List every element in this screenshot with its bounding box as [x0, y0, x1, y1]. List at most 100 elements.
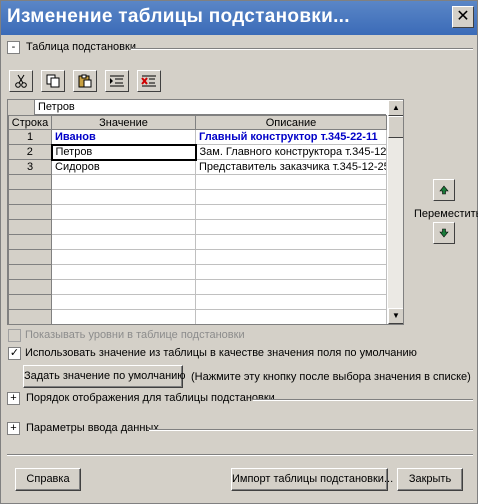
column-header-value[interactable]: Значение: [51, 115, 196, 130]
footer-divider: [7, 454, 473, 456]
insert-row-button[interactable]: [105, 70, 129, 92]
collapse-table-toggle[interactable]: -: [7, 41, 20, 54]
section-params-header: + Параметры ввода данных: [7, 421, 473, 437]
row-number: [8, 219, 52, 235]
table-row[interactable]: [8, 204, 387, 220]
scroll-up-icon[interactable]: ▲: [388, 100, 403, 116]
move-up-button[interactable]: [433, 179, 455, 201]
description-cell[interactable]: [195, 264, 387, 280]
edit-row-gutter: [8, 100, 35, 115]
divider: [253, 399, 473, 401]
value-cell[interactable]: [51, 279, 196, 295]
row-number: [8, 189, 52, 205]
import-lookup-button[interactable]: Импорт таблицы подстановки...: [231, 468, 393, 491]
paste-button[interactable]: [73, 70, 97, 92]
row-number: [8, 309, 52, 324]
help-button[interactable]: Справка: [15, 468, 81, 491]
use-default-checkbox[interactable]: ✓: [8, 347, 21, 360]
description-cell[interactable]: [195, 279, 387, 295]
description-cell[interactable]: [195, 204, 387, 220]
table-row[interactable]: [8, 189, 387, 205]
cut-button[interactable]: [9, 70, 33, 92]
row-number: [8, 279, 52, 295]
value-cell-selected[interactable]: Петров: [50, 143, 197, 161]
description-cell[interactable]: [195, 219, 387, 235]
description-cell[interactable]: [195, 174, 387, 190]
table-row[interactable]: [8, 174, 387, 190]
value-cell[interactable]: Иванов: [51, 129, 196, 145]
table-row[interactable]: 2 Петров Зам. Главного конструктора т.34…: [8, 143, 387, 161]
section-params-label: Параметры ввода данных: [26, 422, 159, 434]
table-row[interactable]: [8, 309, 387, 324]
table-row[interactable]: 3 Сидоров Представитель заказчика т.345-…: [8, 159, 387, 175]
table-row[interactable]: [8, 264, 387, 280]
value-cell[interactable]: [51, 174, 196, 190]
expand-params-toggle[interactable]: +: [7, 422, 20, 435]
lookup-table-dialog: Изменение таблицы подстановки... ✕ - Таб…: [0, 0, 478, 504]
value-cell[interactable]: [51, 189, 196, 205]
move-down-button[interactable]: [433, 222, 455, 244]
value-cell[interactable]: [51, 204, 196, 220]
divider: [149, 429, 473, 431]
table-row[interactable]: 1 Иванов Главный конструктор т.345-22-11: [8, 129, 387, 145]
section-order-label: Порядок отображения для таблицы подстано…: [26, 392, 275, 404]
cut-icon: [15, 74, 27, 88]
section-table-label: Таблица подстановки: [26, 41, 136, 53]
table-row[interactable]: [8, 234, 387, 250]
lookup-table: Строка Значение Описание 1 Иванов Главны…: [8, 115, 387, 324]
vertical-scrollbar[interactable]: ▲ ▼: [388, 100, 403, 324]
value-cell[interactable]: [51, 264, 196, 280]
set-default-hint: (Нажмите эту кнопку после выбора значени…: [191, 371, 471, 383]
row-number: [8, 249, 52, 265]
show-levels-label: Показывать уровни в таблице подстановки: [25, 329, 245, 341]
table-row[interactable]: [8, 279, 387, 295]
row-number: [8, 294, 52, 310]
cell-edit-value[interactable]: Петров: [38, 101, 75, 113]
value-cell[interactable]: [51, 309, 196, 324]
set-default-button[interactable]: Задать значение по умолчанию: [23, 365, 186, 388]
close-icon[interactable]: ✕: [452, 6, 474, 28]
row-number: [8, 234, 52, 250]
title-bar[interactable]: Изменение таблицы подстановки... ✕: [1, 1, 477, 35]
scroll-down-icon[interactable]: ▼: [388, 308, 403, 324]
description-cell[interactable]: Представитель заказчика т.345-12-25: [195, 159, 387, 175]
description-cell[interactable]: [195, 189, 387, 205]
copy-button[interactable]: [41, 70, 65, 92]
row-number: 1: [8, 129, 52, 145]
value-cell[interactable]: [51, 234, 196, 250]
section-order-header: + Порядок отображения для таблицы подста…: [7, 391, 473, 407]
move-label: Переместить: [414, 208, 478, 220]
scroll-thumb[interactable]: [388, 116, 403, 138]
value-cell[interactable]: [51, 294, 196, 310]
arrow-down-icon: [439, 228, 449, 238]
table-row[interactable]: [8, 294, 387, 310]
insert-row-icon: [110, 75, 124, 87]
section-table-header: - Таблица подстановки: [7, 40, 473, 56]
cell-edit-row[interactable]: Петров: [8, 100, 386, 115]
close-button[interactable]: Закрыть: [397, 468, 463, 491]
value-cell[interactable]: Сидоров: [51, 159, 196, 175]
row-number: [8, 264, 52, 280]
expand-order-toggle[interactable]: +: [7, 392, 20, 405]
use-default-label: Использовать значение из таблицы в качес…: [25, 347, 417, 359]
table-row[interactable]: [8, 219, 387, 235]
show-levels-checkbox[interactable]: [8, 329, 21, 342]
table-row[interactable]: [8, 249, 387, 265]
description-cell[interactable]: Главный конструктор т.345-22-11: [195, 129, 387, 145]
value-cell[interactable]: [51, 249, 196, 265]
arrow-up-icon: [439, 185, 449, 195]
description-cell[interactable]: [195, 249, 387, 265]
description-cell[interactable]: [195, 294, 387, 310]
divider: [131, 48, 473, 50]
column-header-row[interactable]: Строка: [8, 115, 52, 130]
description-cell[interactable]: Зам. Главного конструктора т.345-12-21: [195, 144, 387, 160]
column-header-description[interactable]: Описание: [195, 115, 387, 130]
row-number: 2: [8, 144, 52, 160]
value-cell[interactable]: [51, 219, 196, 235]
delete-row-icon: [141, 75, 156, 87]
description-cell[interactable]: [195, 234, 387, 250]
description-cell[interactable]: [195, 309, 387, 324]
copy-icon: [46, 74, 60, 88]
delete-row-button[interactable]: [137, 70, 161, 92]
row-number: 3: [8, 159, 52, 175]
